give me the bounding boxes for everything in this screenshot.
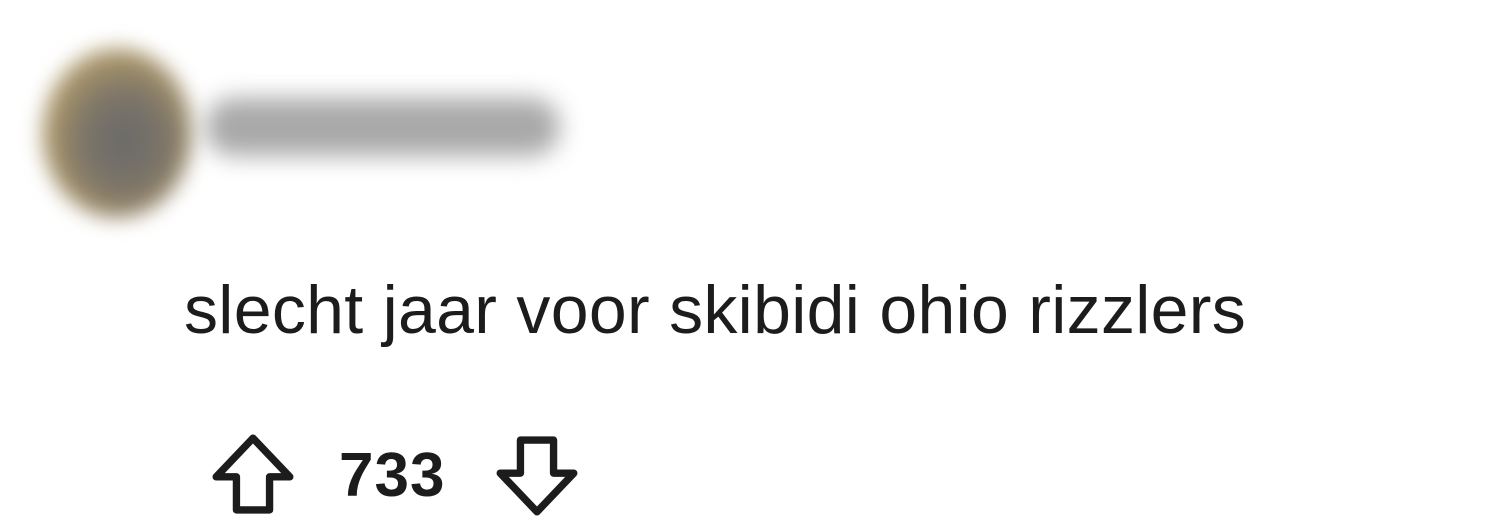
vote-bar: 733 — [205, 425, 585, 525]
comment-author-header-redacted — [20, 20, 590, 230]
comment-card: slecht jaar voor skibidi ohio rizzlers 7… — [0, 0, 1504, 526]
avatar[interactable] — [42, 48, 192, 218]
username-redacted[interactable] — [205, 98, 560, 156]
downvote-button[interactable] — [489, 427, 585, 523]
comment-body-text: slecht jaar voor skibidi ohio rizzlers — [184, 272, 1247, 348]
arrow-down-outline-icon — [496, 436, 578, 516]
arrow-up-outline-icon — [212, 434, 294, 514]
vote-score: 733 — [339, 440, 446, 510]
upvote-button[interactable] — [205, 427, 301, 523]
